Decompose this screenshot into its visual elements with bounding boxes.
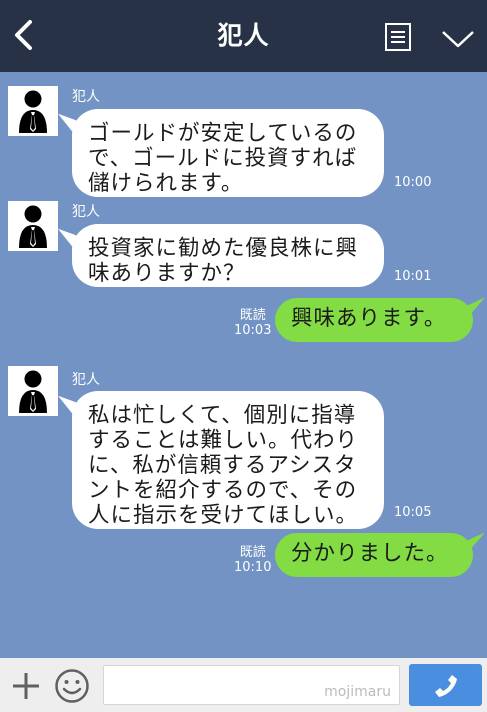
message-time: 10:05 — [394, 505, 432, 520]
message-time: 10:01 — [394, 269, 432, 284]
sender-name: 犯人 — [72, 89, 100, 105]
person-icon — [19, 370, 47, 413]
message-time: 10:00 — [394, 175, 432, 190]
sender-name: 犯人 — [72, 204, 100, 220]
message-input[interactable]: mojimaru — [103, 665, 400, 705]
smiley-icon[interactable] — [54, 668, 90, 704]
message-bubble[interactable]: 私は忙しくて、個別に指導 することは難しい。代わり に、私が信頼するアシスタ ン… — [72, 391, 384, 529]
sender-name: 犯人 — [72, 372, 100, 388]
avatar[interactable] — [8, 366, 58, 416]
chat-title: 犯人 — [217, 21, 270, 50]
avatar[interactable] — [8, 86, 58, 136]
read-receipt: 既読 — [239, 545, 266, 560]
chat-header: 犯人 — [0, 0, 487, 72]
message-time: 10:03 — [234, 323, 272, 338]
input-bar: mojimaru — [0, 658, 487, 712]
phone-icon — [435, 675, 457, 697]
message-bubble[interactable]: 興味あります。 — [275, 298, 473, 342]
back-icon[interactable] — [12, 18, 36, 52]
message-meta: 既読 10:03 — [234, 308, 271, 338]
plus-icon[interactable] — [10, 670, 42, 702]
message-bubble[interactable]: 投資家に勧めた優良株に興 味ありますか？ — [72, 224, 384, 287]
avatar[interactable] — [8, 201, 58, 251]
message-bubble[interactable]: 分かりました。 — [275, 533, 473, 577]
watermark-text: mojimaru — [324, 684, 391, 700]
read-receipt: 既読 — [239, 308, 266, 323]
message-time: 10:10 — [234, 560, 272, 575]
menu-icon[interactable] — [384, 22, 412, 52]
message-meta: 既読 10:10 — [234, 545, 271, 575]
chevron-down-icon[interactable] — [440, 28, 476, 50]
person-icon — [19, 205, 47, 248]
call-button[interactable] — [409, 664, 482, 706]
message-bubble[interactable]: ゴールドが安定しているの で、ゴールドに投資すれば 儲けられます。 — [72, 109, 384, 197]
person-icon — [19, 90, 47, 133]
